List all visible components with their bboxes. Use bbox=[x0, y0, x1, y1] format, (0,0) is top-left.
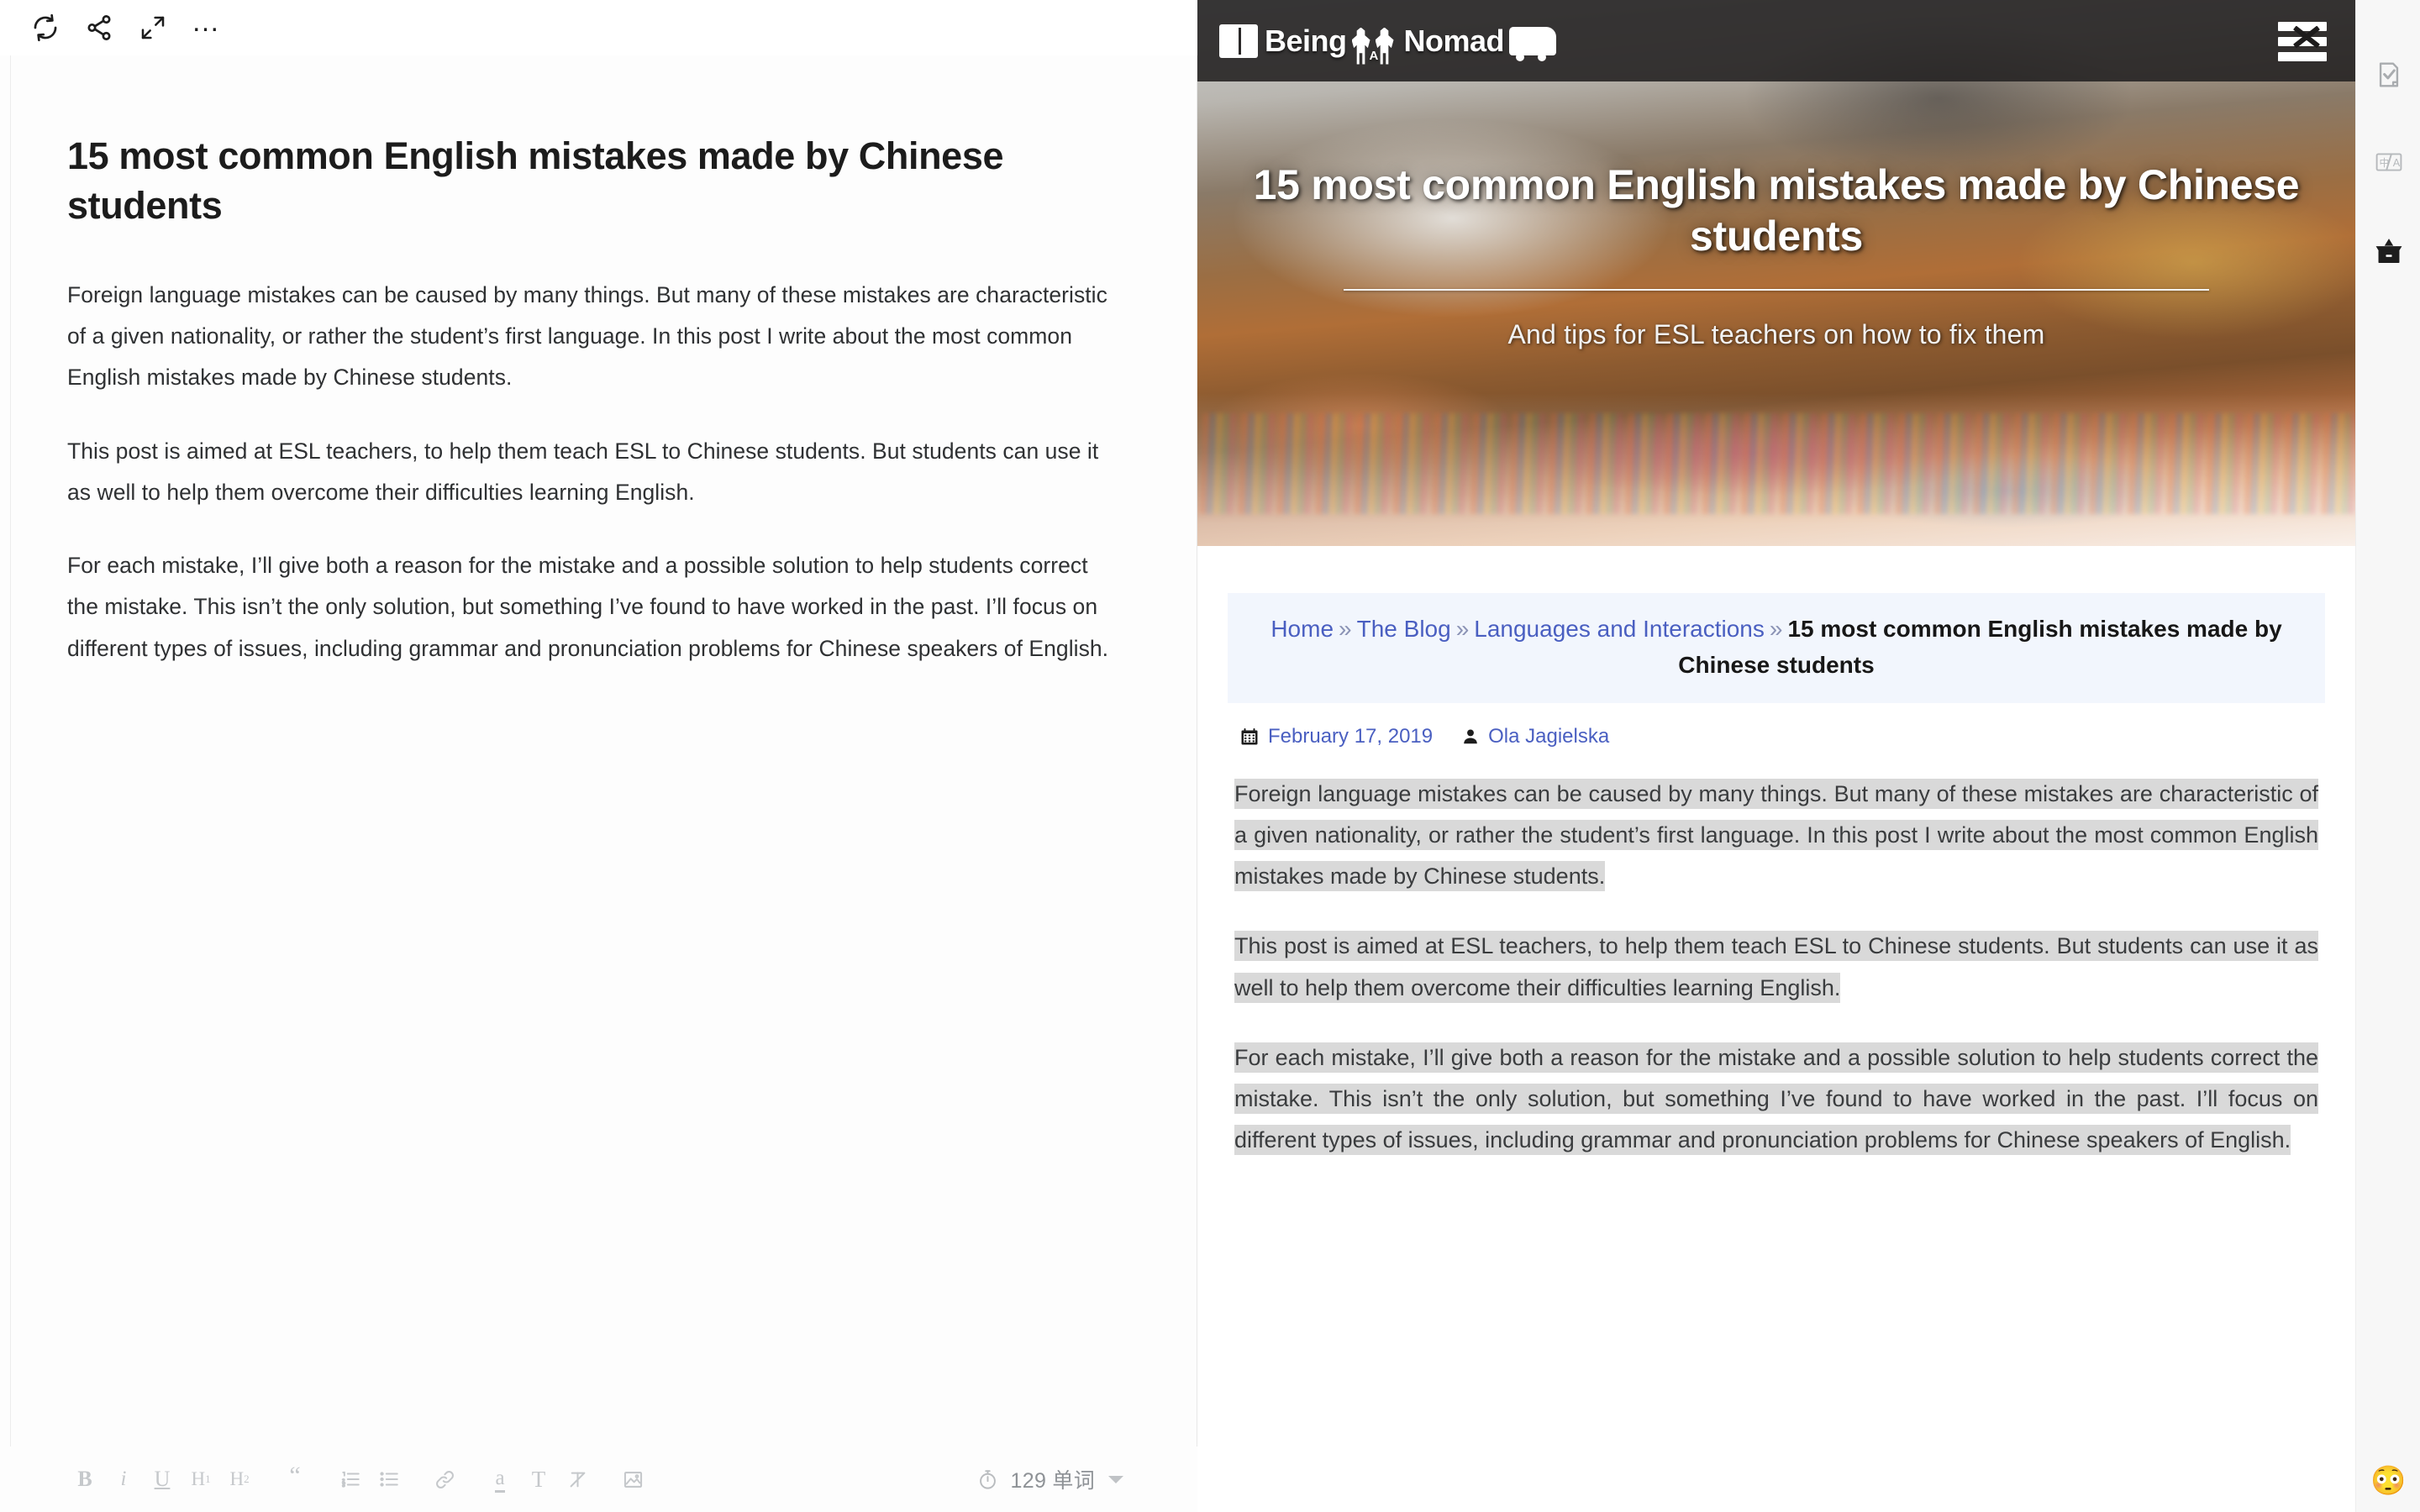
hero-caption: 15 most common English mistakes made by … bbox=[1197, 160, 2355, 350]
highlight-button[interactable]: a bbox=[481, 1460, 519, 1499]
editor-format-toolbar: B i U H1 H2 “ a T 129 单词 bbox=[0, 1446, 1197, 1512]
editor-pane: … 15 most common English mistakes made b… bbox=[0, 0, 1197, 1512]
post-author[interactable]: Ola Jagielska bbox=[1488, 725, 1609, 748]
format-button-group: B i U H1 H2 “ a T bbox=[66, 1460, 652, 1499]
more-options-label: … bbox=[191, 6, 223, 39]
app-root: … 15 most common English mistakes made b… bbox=[0, 0, 2420, 1512]
post-paragraph: This post is aimed at ESL teachers, to h… bbox=[1234, 926, 2318, 1008]
article: Home» The Blog» Languages and Interactions… bbox=[1197, 593, 2355, 1161]
insert-image-icon[interactable] bbox=[613, 1460, 652, 1499]
heading1-sub: 1 bbox=[205, 1473, 211, 1485]
editor-toolbar: … bbox=[0, 0, 1197, 55]
svg-text:中: 中 bbox=[2379, 156, 2389, 169]
word-count-area[interactable]: 129 单词 bbox=[976, 1464, 1169, 1494]
unordered-list-button[interactable] bbox=[370, 1460, 408, 1499]
editor-content-area[interactable]: 15 most common English mistakes made by … bbox=[0, 55, 1197, 1446]
preview-pane: Being A Nomad 15 most common English mis… bbox=[1197, 0, 2355, 1512]
share-icon[interactable] bbox=[72, 4, 126, 51]
hero-subtitle: And tips for ESL teachers on how to fix … bbox=[1507, 319, 2045, 349]
hero-divider bbox=[1344, 289, 2209, 291]
people-icon: A bbox=[1349, 18, 1402, 65]
brand-a-label: A bbox=[1369, 48, 1379, 63]
brand-being-label: Being bbox=[1265, 23, 1347, 58]
user-icon bbox=[1461, 727, 1480, 746]
ordered-list-button[interactable] bbox=[331, 1460, 370, 1499]
collection-box-icon[interactable] bbox=[2356, 223, 2420, 279]
word-count-label: 129 单词 bbox=[1010, 1469, 1095, 1493]
selected-text: This post is aimed at ESL teachers, to h… bbox=[1234, 931, 2318, 1003]
van-icon bbox=[1509, 26, 1557, 61]
link-icon[interactable] bbox=[425, 1460, 464, 1499]
breadcrumb-item-the-blog[interactable]: The Blog bbox=[1357, 616, 1451, 642]
bold-button[interactable]: B bbox=[66, 1460, 104, 1499]
hero-pencils-decoration bbox=[1197, 413, 2355, 514]
sync-icon[interactable] bbox=[18, 4, 72, 51]
site-logo[interactable]: Being A Nomad bbox=[1219, 18, 1557, 65]
fullscreen-icon[interactable] bbox=[126, 4, 180, 51]
heading1-label: H bbox=[191, 1468, 206, 1489]
underline-button[interactable]: U bbox=[143, 1460, 182, 1499]
document-paragraph[interactable]: For each mistake, I’ll give both a reaso… bbox=[67, 545, 1113, 669]
italic-button[interactable]: i bbox=[104, 1460, 143, 1499]
heading1-button[interactable]: H1 bbox=[182, 1460, 220, 1499]
breadcrumb-separator: » bbox=[1339, 616, 1352, 642]
breadcrumb-separator: » bbox=[1455, 616, 1470, 642]
heading2-label: H bbox=[229, 1468, 245, 1489]
calendar-icon bbox=[1239, 727, 1260, 747]
post-date[interactable]: February 17, 2019 bbox=[1268, 725, 1433, 748]
site-header: Being A Nomad bbox=[1197, 0, 2355, 81]
hamburger-menu-icon[interactable] bbox=[2278, 21, 2327, 61]
breadcrumb-item-languages-and-interactions[interactable]: Languages and Interactions bbox=[1474, 616, 1765, 642]
right-icon-rail: 中 A 😳 bbox=[2355, 0, 2420, 1512]
post-paragraph: Foreign language mistakes can be caused … bbox=[1234, 774, 2318, 897]
breadcrumb-item-home[interactable]: Home bbox=[1270, 616, 1334, 642]
document-title[interactable]: 15 most common English mistakes made by … bbox=[67, 131, 1092, 231]
selected-text: Foreign language mistakes can be caused … bbox=[1234, 779, 2318, 892]
heading2-sub: 2 bbox=[244, 1473, 250, 1485]
heading2-button[interactable]: H2 bbox=[220, 1460, 259, 1499]
post-paragraph: For each mistake, I’ll give both a reaso… bbox=[1234, 1037, 2318, 1161]
translate-icon[interactable]: 中 A bbox=[2356, 134, 2420, 190]
clear-format-icon[interactable] bbox=[558, 1460, 597, 1499]
brand-nomad-label: Nomad bbox=[1403, 23, 1505, 58]
document-paragraph[interactable]: This post is aimed at ESL teachers, to h… bbox=[67, 431, 1113, 514]
more-options-icon[interactable]: … bbox=[180, 4, 234, 51]
hero-title: 15 most common English mistakes made by … bbox=[1253, 161, 2300, 260]
document-check-icon[interactable] bbox=[2356, 47, 2420, 102]
chevron-down-icon[interactable] bbox=[1108, 1475, 1123, 1483]
highlight-label: a bbox=[495, 1467, 505, 1493]
breadcrumb-separator: » bbox=[1769, 616, 1783, 642]
post-meta: February 17, 2019 Ola Jagielska bbox=[1228, 725, 2325, 748]
svg-text:A: A bbox=[2392, 157, 2400, 169]
selected-text: For each mistake, I’ll give both a reaso… bbox=[1234, 1042, 2318, 1155]
text-style-button[interactable]: T bbox=[519, 1460, 558, 1499]
document-paragraph[interactable]: Foreign language mistakes can be caused … bbox=[67, 275, 1113, 399]
breadcrumb: Home» The Blog» Languages and Interactions… bbox=[1228, 593, 2325, 704]
hero-banner: Being A Nomad 15 most common English mis… bbox=[1197, 0, 2355, 546]
emoji-icon[interactable]: 😳 bbox=[2356, 1467, 2420, 1495]
book-icon bbox=[1219, 24, 1258, 58]
stopwatch-icon bbox=[976, 1468, 999, 1491]
post-body: Foreign language mistakes can be caused … bbox=[1228, 774, 2325, 1161]
blockquote-button[interactable]: “ bbox=[276, 1460, 314, 1499]
